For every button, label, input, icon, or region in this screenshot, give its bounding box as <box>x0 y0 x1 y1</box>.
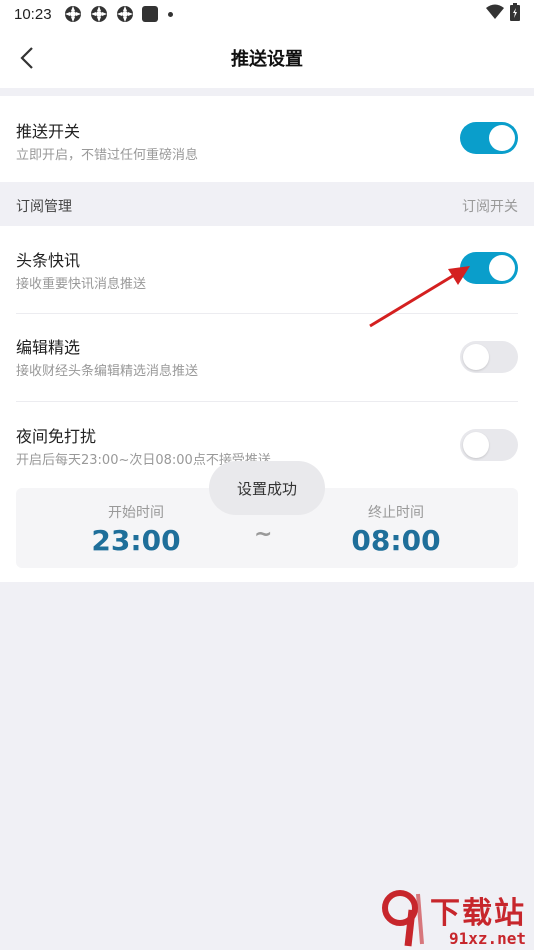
status-bar: 10:23 <box>0 0 534 28</box>
subscription-header-switch-label: 订阅开关 <box>462 199 518 215</box>
item-label: 编辑精选 <box>16 338 81 357</box>
watermark-top-text: 下载站 <box>430 896 526 931</box>
battery-icon <box>510 3 520 25</box>
push-switch-sub: 立即开启，不错过任何重磅消息 <box>16 148 199 163</box>
editor-picks-toggle[interactable] <box>460 341 518 373</box>
push-switch-label: 推送开关 <box>16 122 81 141</box>
time-separator: ~ <box>254 522 273 547</box>
end-time-picker[interactable]: 终止时间 08:00 <box>316 502 476 557</box>
night-mode-toggle[interactable] <box>460 429 518 461</box>
toggle-knob <box>489 125 515 151</box>
push-switch-toggle[interactable] <box>460 122 518 154</box>
annotation-arrow-icon <box>369 266 470 328</box>
toggle-knob <box>489 255 515 281</box>
app-square-icon <box>141 6 158 22</box>
item-label: 夜间免打扰 <box>16 427 97 446</box>
subscription-header: 订阅管理 订阅开关 <box>0 182 534 226</box>
page-title: 推送设置 <box>231 49 303 70</box>
end-time-label: 终止时间 <box>368 505 424 521</box>
push-switch-section: 推送开关 立即开启，不错过任何重磅消息 <box>0 96 534 182</box>
back-button[interactable] <box>10 40 46 76</box>
nav-bar: 推送设置 <box>0 28 534 88</box>
status-time: 10:23 <box>14 5 52 23</box>
watermark-logo-icon <box>382 890 424 947</box>
chevron-left-icon <box>20 47 33 69</box>
watermark-bottom-text: 91xz.net <box>448 929 526 948</box>
end-time-value: 08:00 <box>351 524 441 557</box>
watermark: 下载站 91xz.net <box>380 888 530 948</box>
sync-icon <box>116 5 134 23</box>
sync-icon <box>90 5 108 23</box>
subscription-header-label: 订阅管理 <box>16 199 72 215</box>
toast: 设置成功 <box>209 461 325 515</box>
dot-icon <box>167 11 173 17</box>
start-time-value: 23:00 <box>91 524 181 557</box>
toggle-knob <box>463 432 489 458</box>
start-time-picker[interactable]: 开始时间 23:00 <box>56 502 216 557</box>
toast-text: 设置成功 <box>236 479 297 498</box>
item-sub: 接收财经头条编辑精选消息推送 <box>16 364 199 379</box>
item-label: 头条快讯 <box>16 251 81 270</box>
sync-icon <box>64 5 82 23</box>
item-sub: 接收重要快讯消息推送 <box>16 277 147 292</box>
wifi-icon <box>486 4 504 24</box>
start-time-label: 开始时间 <box>108 505 164 521</box>
toggle-knob <box>463 344 489 370</box>
